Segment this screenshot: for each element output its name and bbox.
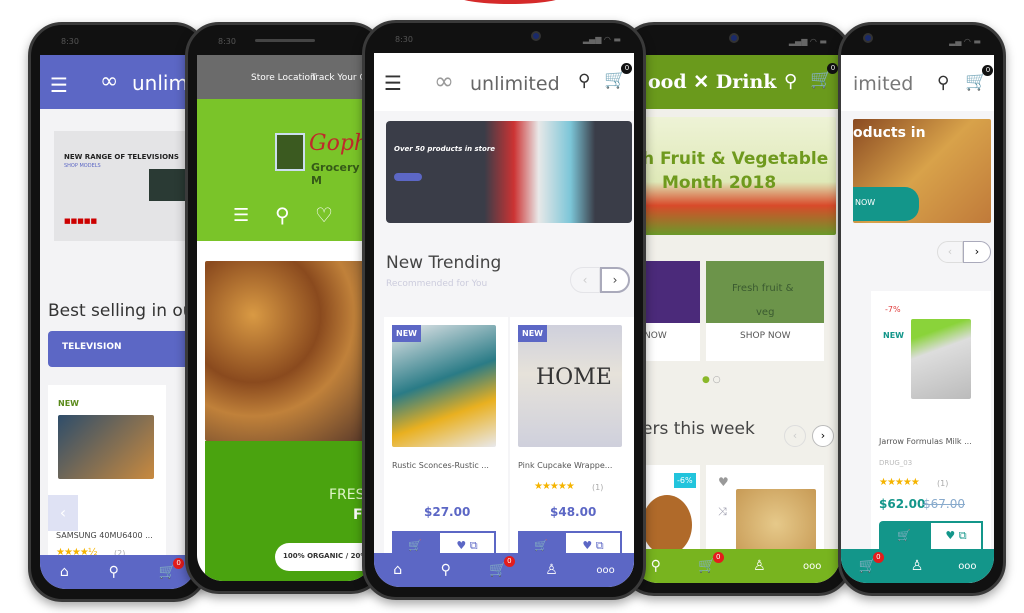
home-icon[interactable]: ⌂: [60, 564, 69, 580]
logo-icon: ∞: [434, 67, 454, 95]
section-heading: Best selling in our: [48, 301, 196, 321]
store-location-link[interactable]: Store Location: [251, 73, 316, 83]
carousel-dots[interactable]: ● ○: [702, 375, 721, 385]
fruit-banner[interactable]: h Fruit & Vegetable Month 2018: [642, 117, 836, 235]
next-arrow[interactable]: ›: [812, 425, 834, 447]
new-badge: NEW: [392, 325, 421, 342]
decor-red-arc: [455, 0, 565, 4]
next-arrow[interactable]: ›: [600, 267, 630, 293]
search-icon[interactable]: ⚲: [651, 558, 661, 574]
product-image: [58, 415, 154, 479]
shop-now-button[interactable]: NOW: [853, 187, 919, 221]
product-card[interactable]: -7% NEW Jarrow Formulas Milk ... DRUG_03…: [871, 291, 991, 583]
prev-arrow[interactable]: ‹: [570, 267, 600, 293]
vitamins-banner[interactable]: oducts in NOW: [853, 119, 991, 223]
product-card[interactable]: NEW SAMSUNG 40MU6400 ... ★★★★½ (2): [48, 385, 166, 575]
organic-pill[interactable]: 100% ORGANIC / 20% OF: [275, 543, 373, 571]
search-icon[interactable]: ⚲: [275, 203, 290, 227]
fresh-fruit-tile[interactable]: Fresh fruit & veg SHOP NOW: [706, 261, 824, 361]
prev-arrow[interactable]: ‹: [937, 241, 963, 263]
phone-3: 8:30 ▂▄▆ ◠ ▬ ☰ ∞ unlimited ⚲ 🛒 0 Over 50 …: [362, 20, 646, 600]
thermometer-image: [911, 319, 971, 399]
prev-arrow[interactable]: ‹: [784, 425, 806, 447]
search-icon[interactable]: ⚲: [784, 71, 797, 92]
phone-2: 8:30 Store Location Track Your Orde Goph…: [185, 22, 385, 594]
cart-icon[interactable]: 🛒 0: [604, 63, 633, 90]
compare-icon[interactable]: ⤨: [718, 505, 727, 519]
home-icon[interactable]: ⌂: [393, 562, 402, 578]
logo-bag-icon: [275, 133, 305, 171]
product-image: [392, 325, 496, 447]
search-icon[interactable]: ⚲: [937, 73, 949, 93]
wishlist-icon[interactable]: ♡: [315, 203, 333, 227]
account-icon[interactable]: ♙: [911, 558, 924, 574]
cart-icon[interactable]: 🛒 0: [858, 552, 884, 574]
search-icon[interactable]: ⚲: [578, 71, 590, 91]
section-heading: New Trending: [386, 253, 502, 273]
search-icon[interactable]: ⚲: [441, 562, 451, 578]
shop-now-button[interactable]: [394, 173, 422, 181]
brand-name: ood ✕ Drink: [648, 71, 777, 93]
cart-icon[interactable]: 🛒 0: [965, 65, 994, 92]
discount-badge: -6%: [674, 473, 696, 488]
brand-name: imited: [853, 73, 914, 95]
cart-icon[interactable]: 🛒 0: [489, 556, 515, 578]
wishlist-icon[interactable]: ♥: [718, 475, 729, 489]
section-subheading: Recommended for You: [386, 279, 488, 289]
wishlist-button[interactable]: ♥ ⧉: [929, 521, 983, 551]
cart-icon[interactable]: 🛒 0: [159, 558, 185, 580]
add-to-cart-button[interactable]: 🛒: [879, 521, 929, 551]
cart-icon[interactable]: 🛒 0: [810, 63, 839, 90]
account-icon[interactable]: ♙: [545, 562, 558, 578]
banner[interactable]: NEW RANGE OF TELEVISIONS SHOP MODELS ■■■…: [54, 131, 196, 241]
dried-fruit-image: [205, 261, 365, 441]
cart-icon[interactable]: 🛒 0: [698, 552, 724, 574]
social-icons: ■■■■■: [64, 217, 98, 225]
more-icon[interactable]: ooo: [958, 561, 976, 572]
snacks-tile[interactable]: NOW: [642, 261, 700, 361]
phone-5: ▂▄ ◠ ▬ imited ⚲ 🛒 0 oducts in NOW ‹ › -7%…: [838, 22, 1006, 596]
phone-4: ▂▄▆ ◠ ▬ ood ✕ Drink ⚲ 🛒 0 h Fruit & Veget…: [620, 22, 852, 596]
tab-television[interactable]: TELEVISION: [48, 331, 196, 367]
next-arrow[interactable]: ›: [963, 241, 991, 263]
merch-banner[interactable]: Over 50 products in store: [386, 121, 632, 223]
menu-icon[interactable]: ☰: [50, 73, 68, 97]
brand-name: unlimited: [470, 73, 560, 95]
search-icon[interactable]: ⚲: [109, 564, 119, 580]
bottom-nav: 🛒 0 ♙ ooo: [841, 549, 994, 583]
menu-icon[interactable]: ☰: [384, 71, 402, 95]
account-icon[interactable]: ♙: [753, 558, 766, 574]
bottom-nav: ⌂ ⚲ 🛒 0: [40, 555, 196, 589]
product-card[interactable]: NEW Rustic Sconces-Rustic ... $27.00 🛒 ♥…: [384, 317, 508, 577]
home-sign-text: HOME: [536, 365, 612, 390]
logo-icon: ∞: [100, 69, 119, 94]
menu-icon[interactable]: ☰: [233, 205, 249, 226]
section-heading: ers this week: [642, 419, 755, 439]
prev-arrow[interactable]: ‹: [48, 495, 78, 531]
bottom-nav: ⌂ ⚲ 🛒 0 ♙ ooo: [374, 553, 634, 587]
bottom-nav: ⚲ 🛒 0 ♙ ooo: [632, 549, 840, 583]
phone-1: 8:30 ☰ ∞ unlimited NEW RANGE OF TELEVISI…: [28, 22, 208, 602]
product-card[interactable]: HOME NEW Pink Cupcake Wrappe... ★★★★★ (1…: [510, 317, 634, 577]
more-icon[interactable]: ooo: [596, 565, 614, 576]
new-badge: NEW: [518, 325, 547, 342]
more-icon[interactable]: ooo: [803, 561, 821, 572]
